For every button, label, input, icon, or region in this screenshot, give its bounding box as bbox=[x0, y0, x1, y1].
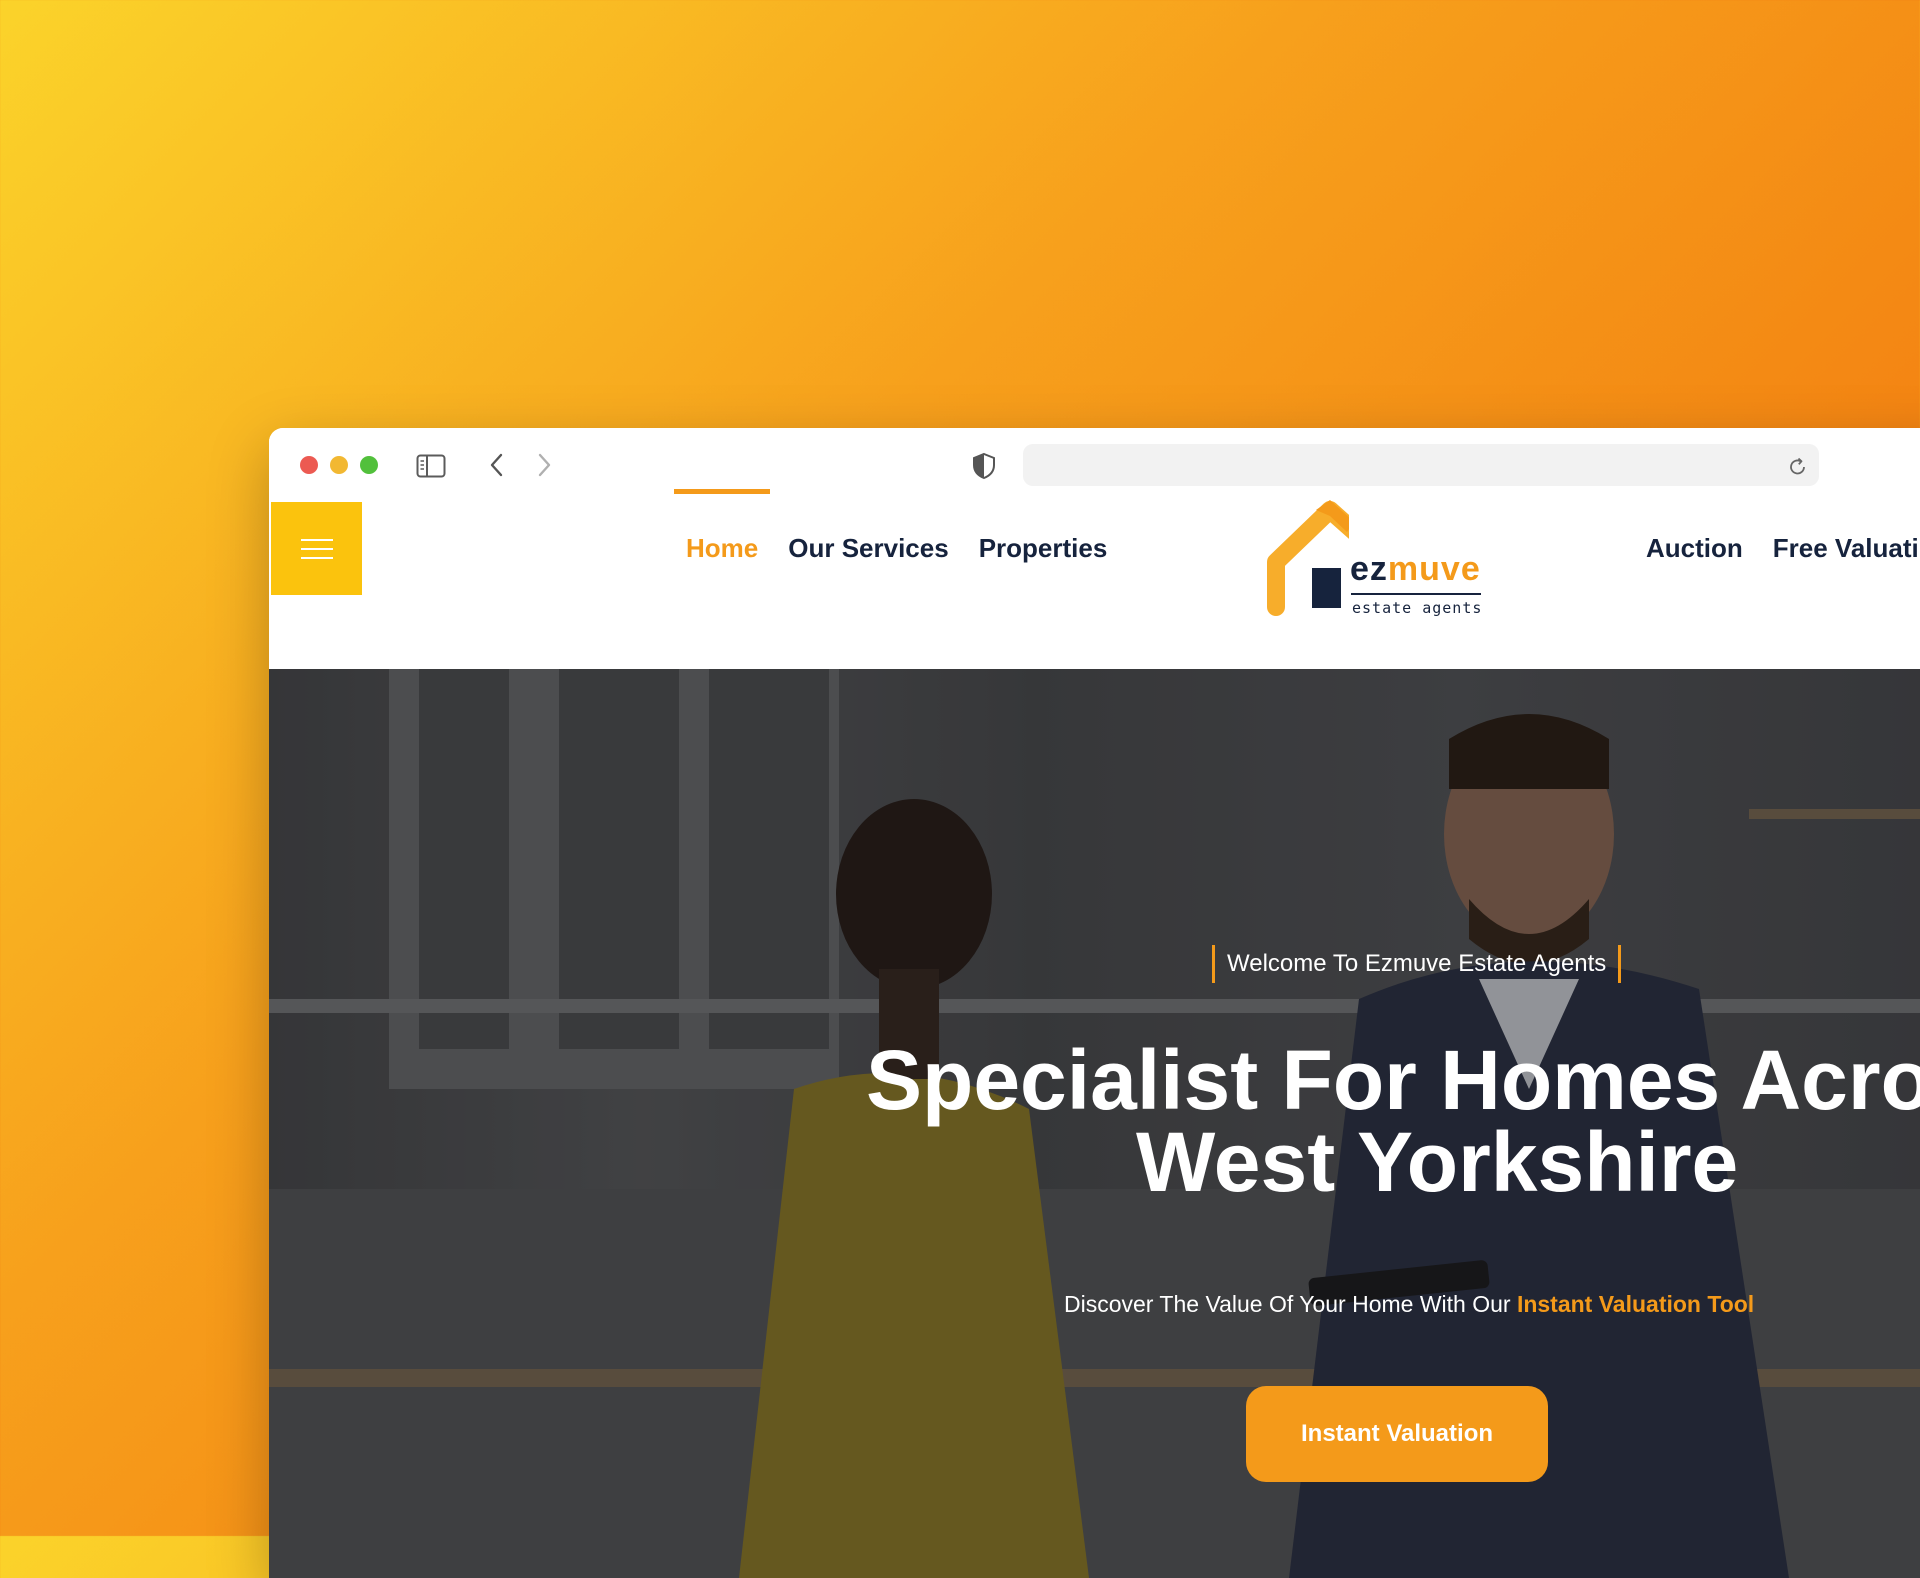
forward-icon[interactable] bbox=[534, 452, 554, 478]
hamburger-line bbox=[300, 556, 333, 559]
site-logo[interactable]: ezmuve estate agents bbox=[1259, 500, 1499, 618]
hero-subtext-prefix: Discover The Value Of Your Home With Our bbox=[1064, 1291, 1517, 1317]
browser-window: Home Our Services Properties ezmuve esta… bbox=[269, 428, 1920, 1578]
hero-kicker: Welcome To Ezmuve Estate Agents bbox=[1212, 945, 1622, 983]
nav-properties[interactable]: Properties bbox=[979, 533, 1108, 564]
site-header: Home Our Services Properties ezmuve esta… bbox=[269, 488, 1920, 617]
menu-button[interactable] bbox=[271, 502, 362, 595]
hero-headline: Specialist For Homes Across West Yorkshi… bbox=[866, 1038, 1920, 1209]
hero-section: Welcome To Ezmuve Estate Agents Speciali… bbox=[269, 669, 1920, 1578]
hamburger-line bbox=[300, 547, 333, 550]
back-icon[interactable] bbox=[487, 452, 507, 478]
primary-nav-left: Home Our Services Properties bbox=[673, 488, 1137, 596]
address-bar[interactable] bbox=[1023, 444, 1819, 486]
instant-valuation-tool-link[interactable]: Instant Valuation Tool bbox=[1517, 1291, 1754, 1317]
logo-wordmark: ezmuve bbox=[1350, 550, 1481, 589]
logo-wordmark-suffix: muve bbox=[1387, 550, 1481, 588]
reload-icon[interactable] bbox=[1788, 456, 1808, 478]
hero-headline-line2: West Yorkshire bbox=[1136, 1115, 1739, 1209]
nav-our-services[interactable]: Our Services bbox=[788, 533, 948, 564]
instant-valuation-button[interactable]: Instant Valuation bbox=[1246, 1386, 1548, 1482]
house-logo-icon bbox=[1267, 500, 1349, 616]
hero-headline-line1: Specialist For Homes Across bbox=[866, 1033, 1920, 1127]
primary-nav-right: Auction Free Valuati bbox=[1646, 500, 1920, 596]
shield-icon[interactable] bbox=[971, 452, 997, 480]
nav-free-valuation[interactable]: Free Valuati bbox=[1773, 533, 1919, 564]
logo-tagline: estate agents bbox=[1352, 599, 1483, 617]
nav-auction[interactable]: Auction bbox=[1646, 533, 1743, 564]
browser-toolbar bbox=[269, 428, 1920, 500]
logo-wordmark-prefix: ez bbox=[1350, 550, 1388, 588]
logo-divider bbox=[1351, 593, 1481, 595]
hamburger-line bbox=[300, 538, 333, 541]
close-window-button[interactable] bbox=[300, 456, 318, 474]
nav-home[interactable]: Home bbox=[673, 488, 771, 564]
hero-subtext: Discover The Value Of Your Home With Our… bbox=[1064, 1291, 1754, 1318]
minimize-window-button[interactable] bbox=[330, 456, 348, 474]
maximize-window-button[interactable] bbox=[360, 456, 378, 474]
sidebar-toggle-icon[interactable] bbox=[416, 454, 446, 478]
